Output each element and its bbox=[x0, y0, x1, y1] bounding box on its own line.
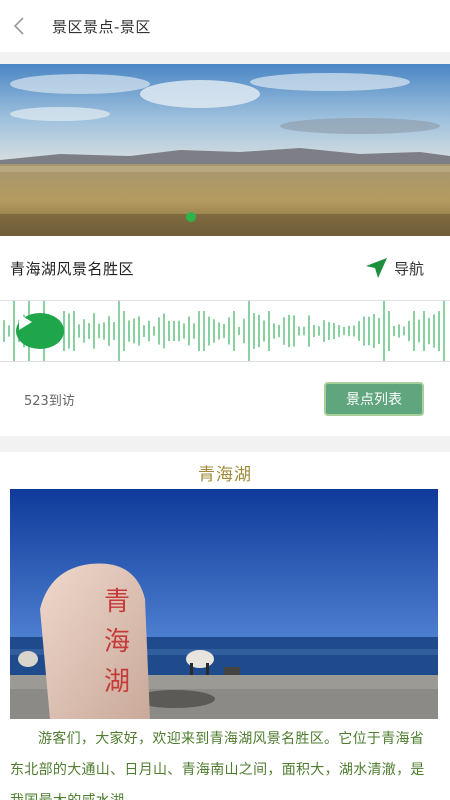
scenic-info-panel: 青海湖风景名胜区 导航 523到访 景点列表 bbox=[0, 236, 450, 436]
audio-player[interactable] bbox=[0, 300, 450, 362]
back-button[interactable] bbox=[8, 15, 30, 37]
stone-char-2: 海 bbox=[104, 627, 130, 657]
article-title: 青海湖 bbox=[198, 465, 252, 485]
image-carousel[interactable] bbox=[0, 64, 450, 236]
stone-inscription: 青 海 湖 bbox=[104, 587, 130, 697]
stone-char-3: 湖 bbox=[104, 667, 130, 697]
landscape-photo bbox=[0, 64, 450, 236]
play-button[interactable] bbox=[16, 313, 64, 349]
lake-photo: 青 海 湖 bbox=[10, 489, 438, 719]
navigation-arrow-icon bbox=[365, 258, 387, 278]
navigation-label: 导航 bbox=[393, 259, 424, 278]
audio-waveform[interactable] bbox=[0, 300, 450, 362]
visit-count: 523到访 bbox=[24, 393, 75, 409]
top-bar: 景区景点-景区 bbox=[0, 0, 450, 52]
carousel-indicator-dot[interactable] bbox=[186, 212, 196, 222]
app-screen: 景区景点-景区 青海湖风景名胜区 导航 523到访 景点列表 青海湖 青 海 湖… bbox=[0, 0, 450, 800]
scenic-spot-name: 青海湖风景名胜区 bbox=[10, 259, 135, 278]
stats-row: 523到访 景点列表 bbox=[0, 362, 450, 436]
article-section: 青海湖 青 海 湖 游客们，大家好，欢迎来到青海湖风景名胜区。它位于青海省东北部… bbox=[0, 452, 450, 800]
play-icon bbox=[19, 314, 32, 330]
qinghai-lake-photo bbox=[10, 489, 438, 719]
article-paragraph: 游客们，大家好，欢迎来到青海湖风景名胜区。它位于青海省东北部的大通山、日月山、青… bbox=[10, 731, 425, 800]
page-title: 景区景点-景区 bbox=[52, 17, 151, 36]
navigation-button[interactable]: 导航 bbox=[364, 257, 424, 279]
chevron-left-icon bbox=[13, 17, 24, 35]
stone-char-1: 青 bbox=[104, 587, 130, 617]
spot-list-button[interactable]: 景点列表 bbox=[324, 382, 424, 416]
place-row: 青海湖风景名胜区 导航 bbox=[0, 236, 450, 300]
